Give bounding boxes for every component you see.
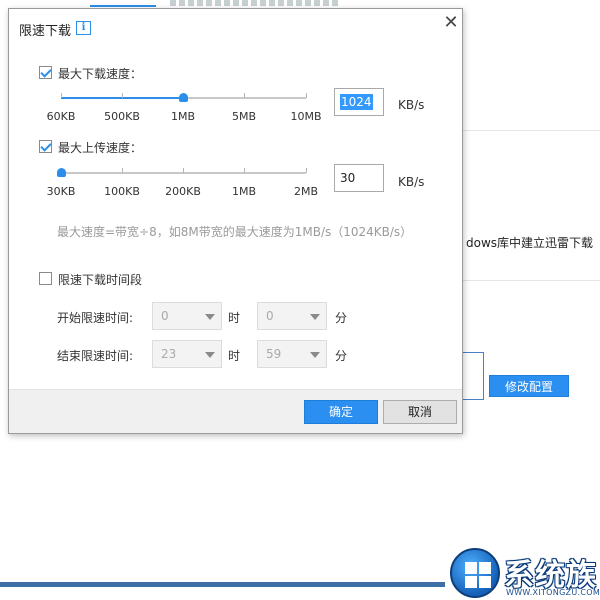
dialog-footer: 确定 取消	[9, 389, 462, 433]
info-icon[interactable]: i	[76, 21, 91, 35]
download-tick-label: 500KB	[104, 110, 140, 123]
upload-limit-checkbox[interactable]	[39, 140, 52, 153]
upload-tick-label: 1MB	[231, 185, 257, 198]
download-tick-label: 60KB	[46, 110, 76, 123]
start-minute-value: 0	[266, 309, 274, 323]
upload-limit-label: 最大上传速度：	[58, 141, 143, 155]
background-text: dows库中建立迅雷下载（	[466, 236, 600, 250]
download-limit-label: 最大下载速度：	[58, 67, 143, 81]
cancel-button[interactable]: 取消	[383, 400, 457, 424]
start-minute-select[interactable]: 0	[257, 302, 327, 330]
schedule-limit-checkbox[interactable]	[39, 272, 52, 285]
start-hour-select[interactable]: 0	[152, 302, 222, 330]
download-limit-checkbox[interactable]	[39, 66, 52, 79]
ok-button[interactable]: 确定	[304, 400, 378, 424]
modify-config-button[interactable]: 修改配置	[489, 375, 569, 397]
upload-slider-thumb[interactable]	[57, 168, 66, 177]
upload-tick-label: 100KB	[104, 185, 140, 198]
download-speed-value: 1024	[340, 94, 373, 110]
watermark-url: WWW.XITONGZU.COM	[506, 588, 600, 597]
schedule-limit-label: 限速下载时间段	[58, 273, 143, 287]
upload-tick-label: 30KB	[46, 185, 76, 198]
start-hour-value: 0	[161, 309, 169, 323]
background-divider	[463, 280, 600, 281]
bandwidth-hint: 最大速度=带宽÷8，如8M带宽的最大速度为1MB/s（1024KB/s）	[57, 225, 413, 239]
end-time-label: 结束限速时间:	[57, 349, 134, 363]
hour-unit-label: 时	[228, 311, 241, 325]
download-unit: KB/s	[398, 98, 425, 112]
download-slider-thumb[interactable]	[179, 93, 188, 102]
background-obscured-text	[170, 0, 340, 6]
download-speed-input[interactable]: 1024	[334, 88, 384, 116]
watermark-logo: 系统族 WWW.XITONGZU.COM	[448, 548, 600, 600]
end-minute-value: 59	[266, 347, 282, 361]
watermark-emblem	[450, 548, 500, 598]
download-tick-label: 5MB	[231, 110, 257, 123]
start-time-label: 开始限速时间:	[57, 311, 134, 325]
chevron-down-icon	[310, 352, 320, 358]
upload-tick-label: 2MB	[293, 185, 319, 198]
chevron-down-icon	[205, 352, 215, 358]
background-tab-indicator	[90, 5, 156, 7]
upload-tick-label: 200KB	[165, 185, 201, 198]
background-bottom-bar	[0, 582, 445, 587]
download-tick-label: 1MB	[170, 110, 196, 123]
background-divider	[463, 130, 600, 131]
minute-unit-label: 分	[335, 311, 348, 325]
end-minute-select[interactable]: 59	[257, 340, 327, 368]
chevron-down-icon	[205, 314, 215, 320]
speed-limit-dialog: 限速下载 i ✕ 最大下载速度： 60KB 500KB 1MB 5MB 10MB…	[8, 8, 463, 434]
minute-unit-label: 分	[335, 349, 348, 363]
download-tick-label: 10MB	[290, 110, 322, 123]
windows-logo-icon	[465, 562, 491, 588]
end-hour-value: 23	[161, 347, 177, 361]
chevron-down-icon	[310, 314, 320, 320]
hour-unit-label: 时	[228, 349, 241, 363]
end-hour-select[interactable]: 23	[152, 340, 222, 368]
upload-unit: KB/s	[398, 175, 425, 189]
upload-speed-input[interactable]: 30	[334, 164, 384, 192]
close-button[interactable]: ✕	[441, 13, 461, 33]
dialog-title: 限速下载	[19, 24, 72, 39]
